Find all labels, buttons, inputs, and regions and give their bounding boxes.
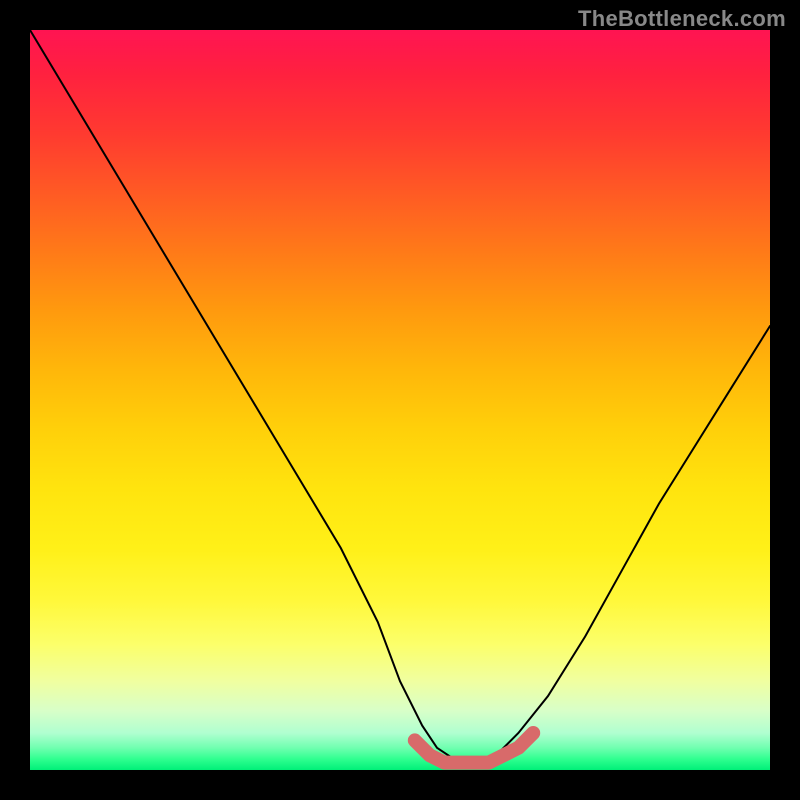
bottleneck-curve <box>30 30 770 763</box>
highlight-band <box>415 733 533 763</box>
plot-area <box>30 30 770 770</box>
chart-svg <box>30 30 770 770</box>
chart-frame: TheBottleneck.com <box>0 0 800 800</box>
watermark-text: TheBottleneck.com <box>578 6 786 32</box>
